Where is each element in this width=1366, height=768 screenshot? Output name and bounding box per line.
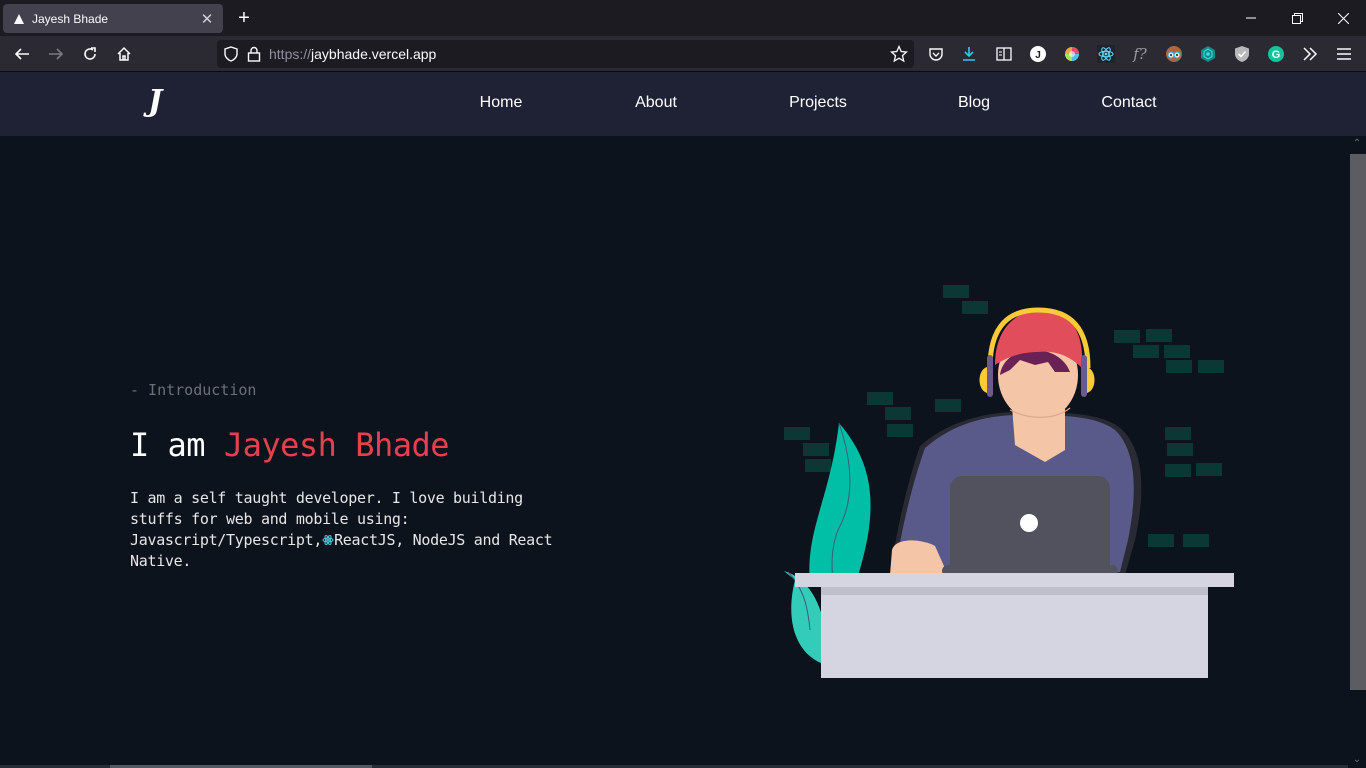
desk-body (821, 595, 1208, 678)
headline-prefix: I am (130, 426, 224, 464)
browser-tab[interactable]: Jayesh Bhade ✕ (3, 4, 223, 33)
tab-close-icon[interactable]: ✕ (197, 10, 217, 28)
intro-label: - Introduction (130, 381, 257, 399)
app-menu-button[interactable] (1334, 44, 1354, 64)
react-devtools-icon (1097, 45, 1115, 63)
overflow-menu-icon (1303, 47, 1318, 61)
tab-title: Jayesh Bhade (32, 11, 109, 26)
owl-extension-icon (1166, 46, 1182, 62)
adblock-shield-icon (1235, 46, 1249, 62)
minimize-icon (1246, 17, 1256, 19)
lock-icon[interactable] (247, 46, 261, 62)
profile-extension-button[interactable]: J (1028, 44, 1048, 64)
home-button[interactable] (110, 40, 138, 68)
nav-about[interactable]: About (635, 94, 677, 112)
address-bar[interactable]: https://jaybhade.vercel.app (217, 40, 914, 68)
vercel-favicon-icon (14, 13, 24, 24)
headline-name: Jayesh Bhade (223, 426, 450, 464)
svg-text:G: G (1272, 49, 1281, 61)
nav-home[interactable]: Home (480, 94, 523, 112)
reader-view-button[interactable] (994, 44, 1014, 64)
whatfont-icon: f? (1133, 45, 1147, 63)
site-header: J Home About Projects Blog Contact (0, 72, 1366, 136)
owl-extension-button[interactable] (1164, 44, 1184, 64)
color-picker-icon (1065, 47, 1079, 61)
pocket-button[interactable] (926, 44, 946, 64)
web-extension-button[interactable] (1198, 44, 1218, 64)
whatfont-button[interactable]: f? (1130, 44, 1150, 64)
downloads-button[interactable] (959, 44, 979, 64)
desk-top (795, 573, 1234, 587)
home-icon (117, 46, 131, 61)
forward-button[interactable] (42, 40, 70, 68)
nav-projects[interactable]: Projects (789, 94, 847, 112)
browser-tab-bar: Jayesh Bhade ✕ + (0, 0, 1366, 36)
react-devtools-button[interactable] (1096, 44, 1116, 64)
vertical-scrollbar[interactable]: ⌃ ⌄ (1348, 136, 1366, 768)
vertical-scrollbar-thumb[interactable] (1350, 154, 1366, 690)
url-text[interactable]: https://jaybhade.vercel.app (269, 46, 436, 62)
site-logo[interactable]: J (148, 84, 162, 119)
overflow-menu-button[interactable] (1300, 44, 1320, 64)
developer-illustration (784, 285, 1234, 678)
color-picker-extension-button[interactable] (1062, 44, 1082, 64)
scroll-up-arrow-icon[interactable]: ⌃ (1348, 138, 1366, 152)
nav-contact[interactable]: Contact (1101, 94, 1156, 112)
restore-button[interactable] (1274, 0, 1320, 36)
pocket-icon (929, 48, 943, 61)
nav-blog[interactable]: Blog (958, 94, 990, 112)
hamburger-menu-icon (1337, 48, 1351, 60)
profile-j-icon: J (1030, 46, 1046, 62)
forward-arrow-icon (49, 48, 64, 60)
back-button[interactable] (8, 40, 36, 68)
svg-text:J: J (1035, 50, 1041, 61)
minimize-button[interactable] (1228, 0, 1274, 36)
new-tab-button[interactable]: + (233, 6, 255, 30)
reader-view-icon (996, 47, 1012, 61)
hero-section: - Introduction I am Jayesh Bhade I am a … (0, 136, 1348, 768)
back-arrow-icon (14, 48, 29, 60)
close-window-button[interactable] (1320, 0, 1366, 36)
react-logo-icon (322, 535, 334, 545)
restore-icon (1291, 12, 1303, 24)
close-icon (1337, 12, 1349, 24)
adblock-extension-button[interactable] (1232, 44, 1252, 64)
tracking-shield-icon[interactable] (223, 46, 239, 62)
browser-toolbar: https://jaybhade.vercel.app J f? G (0, 36, 1366, 72)
grammarly-icon: G (1268, 46, 1284, 62)
scroll-down-arrow-icon[interactable]: ⌄ (1348, 754, 1366, 768)
hero-headline: I am Jayesh Bhade (130, 426, 450, 464)
grammarly-button[interactable]: G (1266, 44, 1286, 64)
reload-button[interactable] (76, 40, 104, 68)
bookmark-star-icon[interactable] (890, 45, 908, 63)
web-extension-icon (1201, 46, 1215, 62)
laptop-logo (1020, 514, 1038, 532)
downloads-icon (963, 47, 975, 61)
reload-icon (84, 47, 96, 60)
hero-bio: I am a self taught developer. I love bui… (130, 488, 580, 572)
